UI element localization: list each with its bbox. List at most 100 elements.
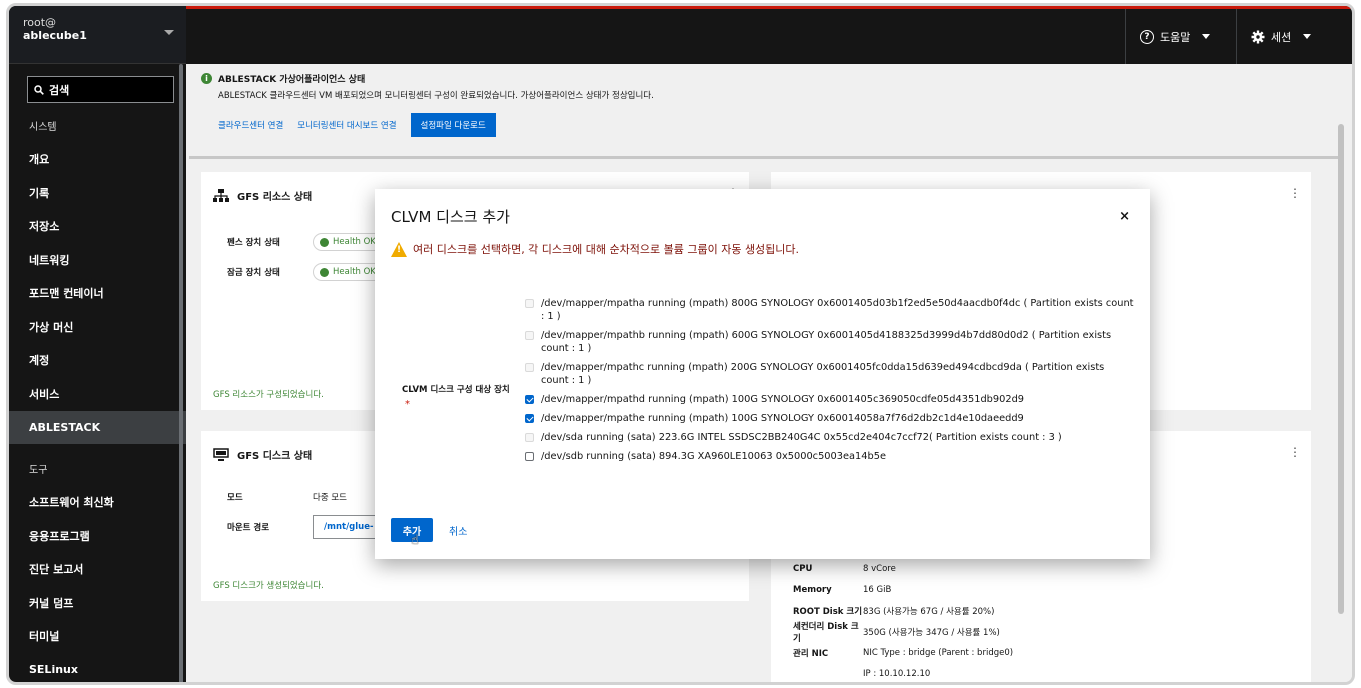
device-option[interactable]: /dev/mapper/mpathe running (mpath) 100G … xyxy=(525,412,1135,425)
chevron-down-icon xyxy=(1303,34,1312,39)
chevron-down-icon xyxy=(1202,34,1211,39)
sidebar-item[interactable]: ABLESTACK xyxy=(9,410,186,444)
device-checkbox xyxy=(525,331,534,340)
vm-info-key: CPU xyxy=(793,563,813,574)
sidebar-item[interactable]: 진단 보고서 xyxy=(9,553,186,587)
sidebar-item[interactable]: 개요 xyxy=(9,143,186,177)
card-title: GFS 디스크 상태 xyxy=(237,451,313,462)
lock-status-label: 잠금 장치 상태 xyxy=(227,268,280,278)
vm-info-key: 세컨더리 Disk 크기 xyxy=(793,621,859,644)
device-checkbox xyxy=(525,299,534,308)
kebab-menu-icon[interactable]: ⋮ xyxy=(1289,445,1301,459)
card-title: GFS 리소스 상태 xyxy=(237,192,313,203)
close-icon[interactable]: × xyxy=(1119,209,1130,224)
vm-info-value: IP : 10.10.12.10 xyxy=(863,668,931,679)
appliance-status-alert: i ABLESTACK 가상어플라이언스 상태 ABLESTACK 클라우드센터… xyxy=(201,72,1338,158)
user-host-name: ablecube1 xyxy=(23,29,87,42)
lock-status-value: Health OK xyxy=(333,267,376,277)
main-scrollbar[interactable] xyxy=(1338,124,1344,614)
search-icon xyxy=(34,84,44,95)
vm-info-value: NIC Type : bridge (Parent : bridge0) xyxy=(863,647,1014,658)
vm-info-row: CPU 8 vCore xyxy=(793,558,1013,579)
device-checkbox xyxy=(525,433,534,442)
download-config-button[interactable]: 설정파일 다운로드 xyxy=(410,113,496,137)
sidebar-section-header: 도구 xyxy=(29,465,48,477)
sidebar-item[interactable]: 가상 머신 xyxy=(9,310,186,344)
warning-icon: ! xyxy=(391,241,407,257)
search-input[interactable]: 검색 xyxy=(27,76,174,103)
mode-label: 모드 xyxy=(227,493,243,503)
cancel-button[interactable]: 취소 xyxy=(449,523,467,538)
sidebar-nav: 시스템 개요 기록 저장소 네트워킹 포드맨 컨테이너 가상 머신 계정 서비스 ABLESTAC… xyxy=(9,109,186,682)
sidebar-item[interactable]: 기록 xyxy=(9,176,186,210)
user-host-line: root@ xyxy=(23,16,57,29)
sidebar-scrollbar[interactable] xyxy=(179,64,183,682)
device-checkbox[interactable] xyxy=(525,414,534,423)
monitoring-dashboard-link[interactable]: 모니터링센터 대시보드 연결 xyxy=(297,119,396,131)
sidebar-item[interactable]: 네트워킹 xyxy=(9,243,186,277)
add-clvm-disk-modal: CLVM 디스크 추가 × ! 여러 디스크를 선택하면, 각 디스크에 대해 … xyxy=(375,189,1150,559)
kebab-menu-icon[interactable]: ⋮ xyxy=(1289,186,1301,200)
divider xyxy=(189,156,1338,159)
vm-info-row: Memory 16 GiB xyxy=(793,579,1013,600)
device-label: /dev/mapper/mpathe running (mpath) 100G … xyxy=(541,413,1024,424)
mode-value: 다중 모드 xyxy=(313,493,347,503)
device-checkbox xyxy=(525,363,534,372)
device-label: /dev/mapper/mpatha running (mpath) 800G … xyxy=(541,298,1134,322)
check-circle-icon xyxy=(320,267,329,277)
vm-info-list: CPU 8 vCore Memory 16 GiB ROOT Disk 크기 83G (사… xyxy=(793,558,1014,682)
vm-info-row: 세컨더리 Disk 크기 350G (사용가능 347G / 사용률 1%) xyxy=(793,621,1013,644)
chevron-down-icon[interactable] xyxy=(164,30,174,35)
session-menu-button[interactable]: 세션 xyxy=(1236,9,1325,64)
help-label: 도움말 xyxy=(1160,30,1191,44)
sidebar-item[interactable]: 터미널 xyxy=(9,620,186,654)
sidebar-item[interactable]: 서비스 xyxy=(9,377,186,411)
sidebar-item[interactable]: 저장소 xyxy=(9,210,186,244)
session-label: 세션 xyxy=(1271,30,1292,44)
sidebar-item[interactable]: 커널 덤프 xyxy=(9,586,186,620)
sidebar-item[interactable]: SELinux xyxy=(9,653,186,682)
sidebar-item[interactable]: 계정 xyxy=(9,344,186,378)
vm-info-row: IP : 10.10.12.10 xyxy=(793,663,1013,682)
card-footer: GFS 디스크가 생성되었습니다. xyxy=(213,581,324,591)
vm-info-key: 관리 NIC xyxy=(793,648,829,659)
field-label: CLVM 디스크 구성 대상 장치 xyxy=(402,385,510,395)
device-option[interactable]: /dev/mapper/mpathd running (mpath) 100G … xyxy=(525,393,1135,406)
vm-info-row: ROOT Disk 크기 83G (사용가능 67G / 사용률 20%) xyxy=(793,600,1013,621)
device-label: /dev/mapper/mpathb running (mpath) 600G … xyxy=(541,330,1112,354)
gear-icon xyxy=(1251,30,1265,43)
modal-title: CLVM 디스크 추가 xyxy=(391,208,510,226)
device-label: /dev/mapper/mpathd running (mpath) 100G … xyxy=(541,394,1025,405)
user-menu[interactable]: root@ ablecube1 xyxy=(9,6,186,64)
fence-status-value: Health OK xyxy=(333,237,376,247)
cloud-center-link[interactable]: 클라우드센터 연결 xyxy=(218,119,283,131)
device-checkbox[interactable] xyxy=(525,395,534,404)
device-option: /dev/mapper/mpatha running (mpath) 800G … xyxy=(525,297,1135,323)
device-checkbox-list: /dev/mapper/mpatha running (mpath) 800G … xyxy=(525,297,1135,469)
device-checkbox[interactable] xyxy=(525,452,534,461)
fence-status-label: 펜스 장치 상태 xyxy=(227,238,280,248)
status-badge: Health OK xyxy=(313,233,383,251)
alert-title: ABLESTACK 가상어플라이언스 상태 xyxy=(218,75,366,85)
hand-cursor-icon: ☝ xyxy=(411,533,419,548)
help-menu-button[interactable]: ? 도움말 xyxy=(1125,9,1224,64)
vm-info-key: Memory xyxy=(793,584,832,595)
device-label: /dev/sdb running (sata) 894.3G XA960LE10… xyxy=(541,451,886,462)
check-circle-icon xyxy=(320,237,329,247)
device-option: /dev/mapper/mpathc running (mpath) 200G … xyxy=(525,361,1135,387)
device-option[interactable]: /dev/sdb running (sata) 894.3G XA960LE10… xyxy=(525,450,1135,463)
sidebar-item[interactable]: 응용프로그램 xyxy=(9,519,186,553)
device-option: /dev/mapper/mpathb running (mpath) 600G … xyxy=(525,329,1135,355)
sitemap-icon xyxy=(213,189,229,202)
device-option: /dev/sda running (sata) 223.6G INTEL SSD… xyxy=(525,431,1135,444)
warning-message: ! 여러 디스크를 선택하면, 각 디스크에 대해 순차적으로 볼륨 그룹이 자… xyxy=(391,241,799,257)
help-icon: ? xyxy=(1140,29,1154,44)
sidebar: root@ ablecube1 검색 시스템 개요 기록 저장소 네트워킹 포드맨 컨테이… xyxy=(9,6,186,682)
monitor-icon xyxy=(213,448,229,461)
top-bar: ? 도움말 세션 xyxy=(186,6,1352,64)
vm-info-value: 16 GiB xyxy=(863,584,892,595)
search-label: 검색 xyxy=(49,83,70,97)
vm-info-value: 8 vCore xyxy=(863,563,896,574)
sidebar-item[interactable]: 소프트웨어 최신화 xyxy=(9,486,186,520)
sidebar-item[interactable]: 포드맨 컨테이너 xyxy=(9,277,186,311)
